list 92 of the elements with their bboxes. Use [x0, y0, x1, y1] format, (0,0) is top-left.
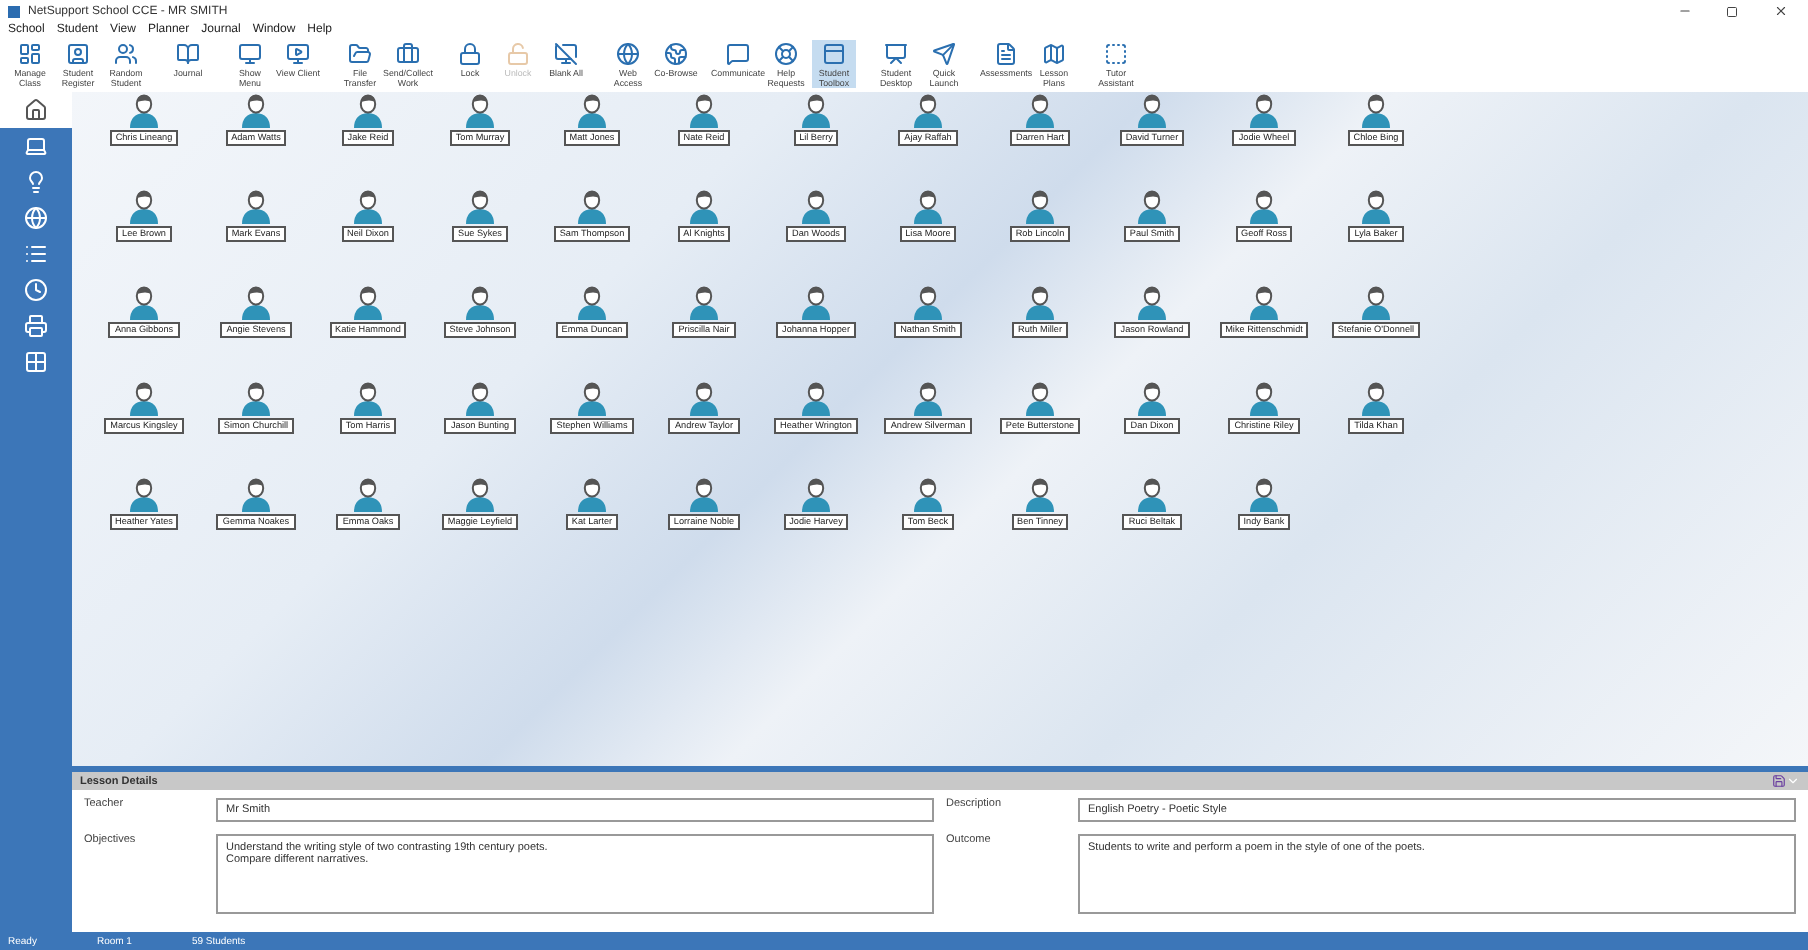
- student-icon[interactable]: [800, 92, 832, 128]
- student-icon[interactable]: [912, 92, 944, 128]
- close-icon: [1773, 4, 1787, 18]
- student-icon[interactable]: [1024, 380, 1056, 416]
- id-card-icon: [66, 42, 90, 66]
- student-icon[interactable]: [1360, 380, 1392, 416]
- presentation-icon: [884, 42, 908, 66]
- sidebar-icon[interactable]: [24, 206, 48, 230]
- student-icon[interactable]: [1024, 284, 1056, 320]
- dashboard-icon: [18, 42, 42, 66]
- student-icon[interactable]: [128, 92, 160, 128]
- student-icon[interactable]: [1136, 188, 1168, 224]
- student-icon[interactable]: [128, 380, 160, 416]
- sidebar-icon[interactable]: [24, 134, 48, 158]
- sidebar-icon[interactable]: [24, 278, 48, 302]
- dashed-square-icon: [1104, 42, 1128, 66]
- monitor-icon: [238, 42, 262, 66]
- sidebar-icon[interactable]: [24, 350, 48, 374]
- sidebar-icon[interactable]: [24, 314, 48, 338]
- student-icon[interactable]: [576, 476, 608, 512]
- student-icon[interactable]: [912, 284, 944, 320]
- student-icon[interactable]: [1136, 380, 1168, 416]
- student-icon[interactable]: [1248, 380, 1280, 416]
- student-icon[interactable]: [912, 380, 944, 416]
- student-icon[interactable]: [912, 188, 944, 224]
- student-icon[interactable]: [352, 284, 384, 320]
- home-icon[interactable]: [24, 98, 48, 122]
- student-icon[interactable]: [352, 476, 384, 512]
- student-icon[interactable]: [352, 188, 384, 224]
- users-icon: [114, 42, 138, 66]
- student-icon[interactable]: [128, 476, 160, 512]
- student-icon[interactable]: [1136, 284, 1168, 320]
- window-icon: [822, 42, 846, 66]
- student-icon[interactable]: [1136, 476, 1168, 512]
- minimize-icon: [1677, 4, 1691, 18]
- document-icon: [994, 42, 1018, 66]
- student-icon[interactable]: [1360, 188, 1392, 224]
- student-icon[interactable]: [1248, 476, 1280, 512]
- student-icon[interactable]: [464, 476, 496, 512]
- student-icon[interactable]: [576, 380, 608, 416]
- student-icon[interactable]: [352, 380, 384, 416]
- lifebuoy-icon: [774, 42, 798, 66]
- student-icon[interactable]: [464, 92, 496, 128]
- student-icon[interactable]: [1024, 188, 1056, 224]
- student-icon[interactable]: [1136, 92, 1168, 128]
- lock-icon: [458, 42, 482, 66]
- chat-icon: [726, 42, 750, 66]
- student-icon[interactable]: [1248, 188, 1280, 224]
- student-icon[interactable]: [576, 188, 608, 224]
- student-icon[interactable]: [576, 92, 608, 128]
- student-icon[interactable]: [1360, 284, 1392, 320]
- student-icon[interactable]: [1360, 92, 1392, 128]
- student-icon[interactable]: [800, 380, 832, 416]
- folder-icon: [348, 42, 372, 66]
- sidebar-icon[interactable]: [24, 170, 48, 194]
- student-icon[interactable]: [800, 188, 832, 224]
- student-icon[interactable]: [128, 284, 160, 320]
- student-icon[interactable]: [240, 188, 272, 224]
- student-icon[interactable]: [800, 476, 832, 512]
- globe-icon: [664, 42, 688, 66]
- student-icon[interactable]: [128, 188, 160, 224]
- student-icon[interactable]: [1024, 476, 1056, 512]
- student-icon[interactable]: [1248, 92, 1280, 128]
- student-icon[interactable]: [464, 284, 496, 320]
- student-icon[interactable]: [1248, 284, 1280, 320]
- student-icon[interactable]: [240, 92, 272, 128]
- student-icon[interactable]: [240, 380, 272, 416]
- unlock-icon: [506, 42, 530, 66]
- student-icon[interactable]: [912, 476, 944, 512]
- save-icon[interactable]: [1772, 774, 1786, 788]
- monitor-off-icon: [554, 42, 578, 66]
- student-icon[interactable]: [688, 284, 720, 320]
- student-icon[interactable]: [576, 284, 608, 320]
- briefcase-icon: [396, 42, 420, 66]
- student-icon[interactable]: [1024, 92, 1056, 128]
- student-icon[interactable]: [240, 284, 272, 320]
- book-icon: [176, 42, 200, 66]
- student-icon[interactable]: [688, 380, 720, 416]
- monitor-play-icon: [286, 42, 310, 66]
- globe-icon: [616, 42, 640, 66]
- student-icon[interactable]: [688, 476, 720, 512]
- student-icon[interactable]: [688, 188, 720, 224]
- maximize-icon: [1726, 5, 1738, 17]
- student-icon[interactable]: [800, 284, 832, 320]
- student-icon[interactable]: [464, 380, 496, 416]
- student-icon[interactable]: [352, 92, 384, 128]
- student-icon[interactable]: [688, 92, 720, 128]
- app-icon: [8, 5, 20, 17]
- student-icon[interactable]: [240, 476, 272, 512]
- student-icon[interactable]: [464, 188, 496, 224]
- send-icon: [932, 42, 956, 66]
- map-icon: [1042, 42, 1066, 66]
